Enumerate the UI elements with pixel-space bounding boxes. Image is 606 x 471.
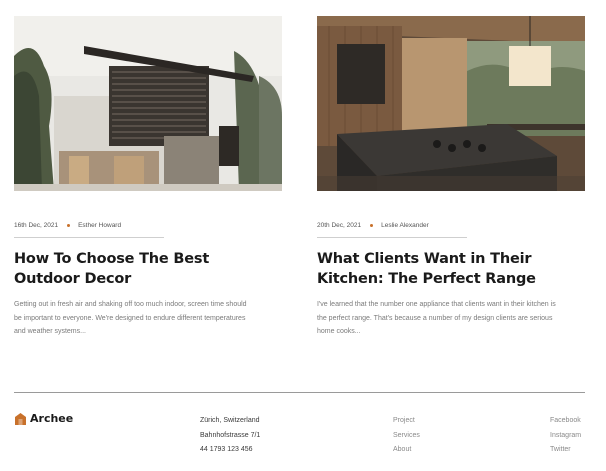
post-meta: 20th Dec, 2021 Leslie Alexander: [317, 220, 585, 230]
post-title[interactable]: What Clients Want in Their Kitchen: The …: [317, 249, 585, 289]
post-author[interactable]: Esther Howard: [78, 222, 121, 229]
post-date: 20th Dec, 2021: [317, 221, 362, 229]
post-excerpt: I've learned that the number one applian…: [317, 301, 556, 335]
blog-card[interactable]: 20th Dec, 2021 Leslie Alexander What Cli…: [317, 16, 585, 339]
post-excerpt: Getting out in fresh air and shaking off…: [14, 301, 247, 335]
post-image-kitchen[interactable]: [317, 16, 585, 191]
meta-divider: [14, 237, 164, 238]
meta-divider: [317, 237, 467, 238]
post-meta: 16th Dec, 2021 Esther Howard: [14, 220, 282, 230]
social-link-instagram[interactable]: Instagram: [550, 429, 581, 444]
footer-divider: [14, 392, 585, 393]
footer-address: Zürich, Switzerland Bahnhofstrasse 7/1 4…: [200, 414, 260, 458]
brand-home-link[interactable]: Archee: [15, 412, 73, 425]
footer-link-services[interactable]: Services: [393, 429, 420, 444]
footer-social: Facebook Instagram Twitter: [550, 414, 581, 458]
post-title[interactable]: How To Choose The Best Outdoor Decor: [14, 249, 282, 289]
footer-nav: Project Services About: [393, 414, 420, 458]
blog-card[interactable]: 16th Dec, 2021 Esther Howard How To Choo…: [14, 16, 282, 339]
footer-link-project[interactable]: Project: [393, 414, 420, 429]
brand-name: Archee: [30, 412, 74, 425]
phone-number[interactable]: 44 1793 123 456: [200, 443, 260, 458]
address-line: Zürich, Switzerland: [200, 417, 260, 424]
post-author[interactable]: Leslie Alexander: [381, 222, 429, 229]
post-date: 16th Dec, 2021: [14, 221, 59, 229]
footer-link-about[interactable]: About: [393, 443, 420, 458]
meta-separator-dot: [67, 223, 71, 227]
address-line: Bahnhofstrasse 7/1: [200, 431, 261, 439]
house-logo-icon: [15, 412, 26, 425]
social-link-facebook[interactable]: Facebook: [550, 414, 581, 429]
post-image-outdoor-house[interactable]: [14, 16, 282, 191]
social-link-twitter[interactable]: Twitter: [550, 443, 581, 458]
meta-separator-dot: [370, 223, 374, 227]
